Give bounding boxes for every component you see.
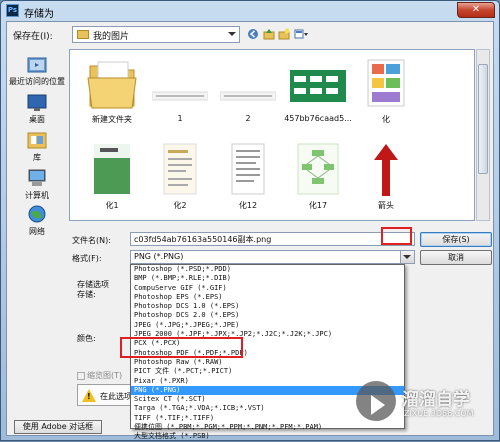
file-list-scrollbar[interactable] — [476, 49, 490, 221]
library-icon — [26, 130, 48, 150]
file-name: 457bb76caad5... — [284, 114, 352, 123]
save-in-label: 保存在(I): — [13, 32, 53, 42]
annotation-highlight-dropdown — [381, 227, 412, 245]
file-item[interactable]: 化1 — [74, 142, 150, 211]
file-name: 化12 — [238, 201, 258, 210]
file-name: 箭头 — [378, 201, 394, 210]
store-label: 存储: — [77, 290, 96, 299]
place-label: 网络 — [29, 227, 45, 236]
photoshop-icon: Ps — [6, 4, 19, 17]
checkbox-box[interactable] — [77, 371, 85, 380]
place-desktop[interactable]: 桌面 — [7, 92, 67, 125]
place-recent[interactable]: 最近访问的位置 — [7, 54, 67, 87]
filename-label: 文件名(N): — [72, 236, 111, 245]
warning-text: 在此选项 — [100, 392, 132, 401]
color-label: 颜色: — [77, 334, 96, 343]
warning-icon-mark: ! — [87, 392, 91, 401]
chevron-down-icon — [403, 255, 411, 259]
thumbnail-label: 缩览图(T) — [87, 371, 123, 380]
file-item[interactable]: 化12 — [210, 142, 286, 211]
thumbnail-checkbox[interactable]: 缩览图(T) — [77, 370, 122, 381]
dialog-body: 保存在(I): 我的图片 最近访问的位置 桌面 库 计算机 网络 新建文件夹 1… — [6, 21, 494, 440]
location-text: 我的图片 — [93, 32, 130, 42]
file-name: 化17 — [308, 201, 328, 210]
file-name: 2 — [245, 114, 251, 123]
desktop-icon — [26, 92, 48, 112]
image-thumbnail — [152, 142, 208, 198]
file-name: 1 — [177, 114, 183, 123]
place-label: 最近访问的位置 — [9, 77, 65, 86]
place-label: 桌面 — [29, 115, 45, 124]
file-item[interactable]: 化 — [348, 56, 424, 125]
file-name: 化 — [382, 115, 390, 124]
file-item[interactable]: 箭头 — [348, 142, 424, 211]
file-item[interactable]: 化17 — [280, 142, 356, 211]
format-option[interactable]: Photoshop DCS 2.0 (*.EPS) — [131, 311, 404, 320]
folder-icon — [77, 30, 89, 39]
cancel-button[interactable]: 取消 — [420, 250, 492, 265]
image-thumbnail — [290, 56, 346, 112]
annotation-highlight-png — [120, 337, 243, 358]
places-bar: 最近访问的位置 桌面 库 计算机 网络 — [7, 44, 67, 244]
file-item[interactable]: 457bb76caad5... — [280, 56, 356, 123]
file-item[interactable]: 2 — [210, 56, 286, 123]
image-thumbnail — [219, 56, 277, 112]
format-label: 格式(F): — [72, 254, 102, 263]
format-option[interactable]: PICT 文件 (*.PCT;*.PICT) — [131, 367, 404, 376]
format-option[interactable]: CompuServe GIF (*.GIF) — [131, 284, 404, 293]
image-thumbnail — [151, 56, 209, 112]
view-menu-icon[interactable] — [294, 28, 308, 40]
chevron-down-icon — [228, 32, 236, 36]
new-folder-icon[interactable] — [278, 28, 290, 40]
file-list: 新建文件夹 1 2 457bb76caad5... 化 化1 化2 化12 化1… — [69, 49, 475, 221]
scrollbar-thumb[interactable] — [478, 64, 488, 174]
play-logo-icon — [356, 381, 396, 421]
location-combo[interactable]: 我的图片 — [72, 26, 240, 43]
save-button[interactable]: 保存(S) — [420, 232, 492, 247]
up-folder-icon[interactable] — [263, 28, 275, 40]
watermark-brand: 溜溜自学 — [402, 390, 470, 410]
format-dropdown-button[interactable] — [400, 251, 414, 263]
image-thumbnail — [220, 142, 276, 198]
folder-icon — [84, 56, 140, 112]
save-as-dialog: Ps 存储为 ✕ 保存在(I): 我的图片 最近访问的位置 桌面 库 计算机 网… — [0, 0, 500, 441]
format-option[interactable]: Photoshop Raw (*.RAW) — [131, 358, 404, 367]
filename-field[interactable]: c03fd54ab76163a550146副本.png — [130, 232, 415, 246]
file-item[interactable]: 化2 — [142, 142, 218, 211]
file-item[interactable]: 1 — [142, 56, 218, 123]
place-network[interactable]: 网络 — [7, 204, 67, 237]
image-thumbnail — [84, 142, 140, 198]
format-option[interactable]: Photoshop EPS (*.EPS) — [131, 293, 404, 302]
recent-places-icon — [26, 54, 48, 74]
format-value: PNG (*.PNG) — [134, 252, 184, 261]
close-button[interactable]: ✕ — [457, 2, 495, 18]
image-thumbnail — [290, 142, 346, 198]
watermark: 溜溜自学 ZIXUE.3D66.COM — [356, 377, 496, 427]
place-label: 库 — [33, 153, 41, 162]
place-label: 计算机 — [25, 191, 49, 200]
watermark-url: ZIXUE.3D66.COM — [404, 409, 474, 418]
format-select[interactable]: PNG (*.PNG) — [130, 250, 415, 264]
format-option[interactable]: JPEG (*.JPG;*.JPEG;*.JPE) — [131, 321, 404, 330]
format-option[interactable]: Photoshop (*.PSD;*.PDD) — [131, 265, 404, 274]
file-name: 化2 — [173, 201, 187, 210]
back-icon[interactable] — [247, 28, 259, 40]
format-option[interactable]: BMP (*.BMP;*.RLE;*.DIB) — [131, 274, 404, 283]
format-option[interactable]: 大型文档格式 (*.PSB) — [131, 432, 404, 441]
place-library[interactable]: 库 — [7, 130, 67, 163]
computer-icon — [26, 168, 48, 188]
warning-box: ! 在此选项 — [77, 384, 135, 406]
image-thumbnail — [358, 142, 414, 198]
window-title: 存储为 — [24, 9, 54, 20]
title-bar: Ps 存储为 ✕ — [1, 1, 499, 21]
format-option[interactable]: Photoshop DCS 1.0 (*.EPS) — [131, 302, 404, 311]
place-computer[interactable]: 计算机 — [7, 168, 67, 201]
image-thumbnail — [358, 56, 414, 112]
file-name: 化1 — [105, 201, 119, 210]
file-name: 新建文件夹 — [92, 115, 132, 124]
adobe-dialog-button[interactable]: 使用 Adobe 对话框 — [14, 420, 102, 434]
network-icon — [26, 204, 48, 224]
file-item[interactable]: 新建文件夹 — [74, 56, 150, 125]
